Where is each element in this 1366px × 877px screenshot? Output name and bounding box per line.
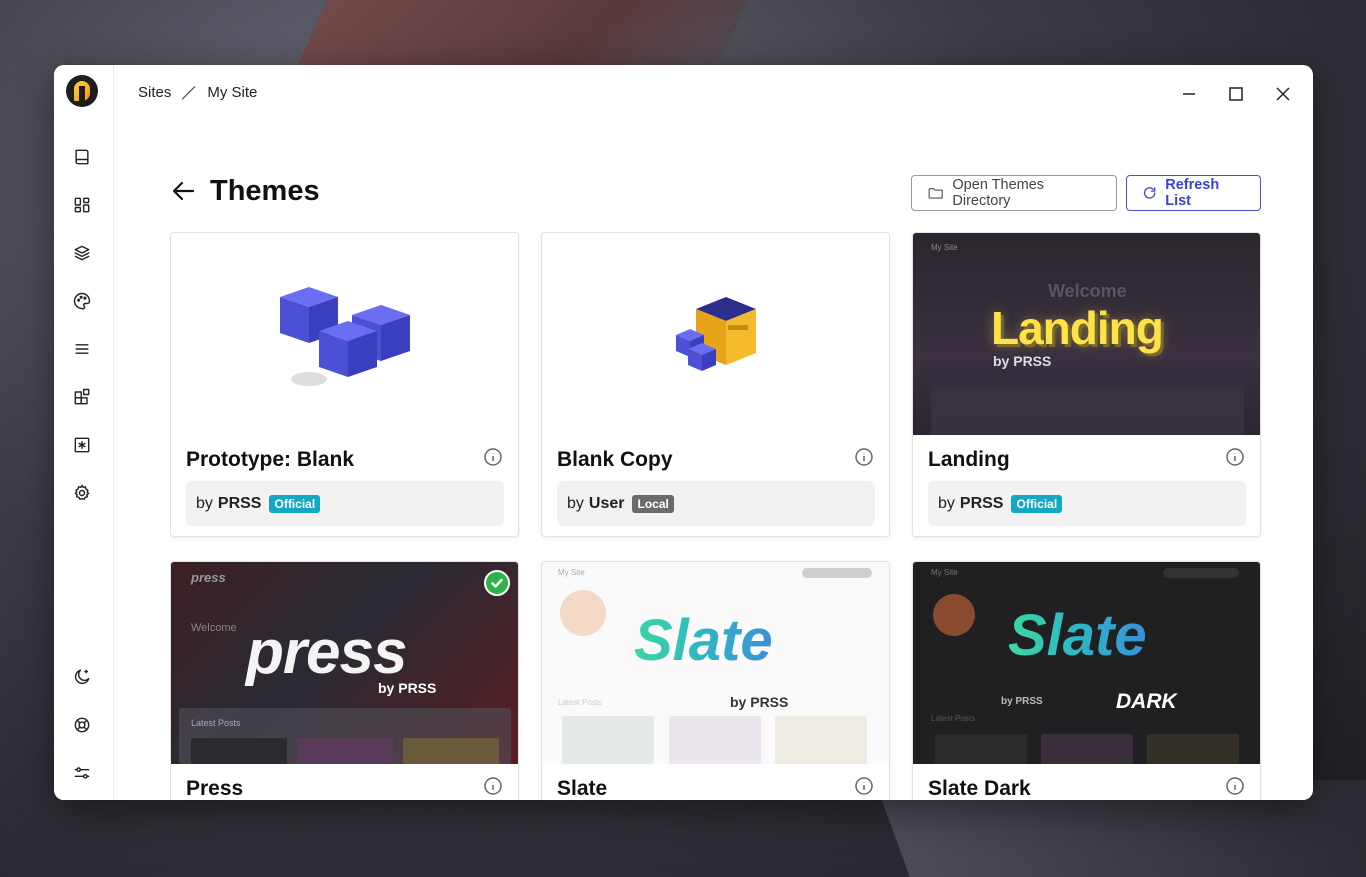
theme-thumbnail: My Site Slate by PRSS Latest Posts [542,562,889,764]
maximize-button[interactable] [1223,81,1249,107]
breadcrumb-separator [181,85,197,101]
theme-title: Blank Copy [557,448,673,471]
theme-thumbnail: My Site Slate by PRSS DARK Latest Posts [913,562,1260,764]
app-logo[interactable] [66,75,98,107]
theme-card[interactable]: My Site Slate by PRSS Latest Posts Slate [541,561,890,800]
open-themes-directory-button[interactable]: Open Themes Directory [911,175,1117,211]
theme-byline: by PRSS Official [928,481,1246,526]
theme-card[interactable]: press Welcome press by PRSS Latest Posts… [170,561,519,800]
theme-thumbnail [542,233,889,435]
theme-card[interactable]: My Site Slate by PRSS DARK Latest Posts … [912,561,1261,800]
palette-icon[interactable] [68,287,96,315]
theme-card[interactable]: Prototype: Blank by PRSS Official [170,232,519,537]
grid-icon[interactable] [68,191,96,219]
status-badge: Official [1011,494,1063,513]
asterisk-icon[interactable] [68,431,96,459]
moon-icon[interactable] [68,663,96,691]
app-window: Sites My Site Themes Open Themes Directo… [54,65,1313,800]
theme-byline: by PRSS Official [186,481,504,526]
theme-title: Landing [928,448,1010,471]
theme-title: Prototype: Blank [186,448,355,471]
blocks-icon[interactable] [68,383,96,411]
info-icon[interactable] [483,447,503,467]
layers-icon[interactable] [68,239,96,267]
theme-author: PRSS [959,494,1004,512]
themes-grid: Prototype: Blank by PRSS Official Blank … [170,232,1262,800]
info-icon[interactable] [854,776,874,796]
status-badge: Local [632,494,674,513]
info-icon[interactable] [854,447,874,467]
info-icon[interactable] [1225,447,1245,467]
active-check-icon [484,570,510,596]
refresh-icon [1143,187,1156,199]
box-illustration [676,297,756,371]
theme-byline: by User Local [557,481,875,526]
page-title: Themes [210,175,320,207]
breadcrumb-current[interactable]: My Site [207,84,257,101]
cubes-illustration [280,287,410,386]
book-icon[interactable] [68,143,96,171]
close-button[interactable] [1270,81,1296,107]
sidebar [54,65,114,800]
lifebuoy-icon[interactable] [68,711,96,739]
folder-icon [928,188,943,199]
theme-author: User [588,494,625,512]
open-dir-label: Open Themes Directory [952,177,1045,209]
menu-icon[interactable] [68,335,96,363]
theme-card[interactable]: Blank Copy by User Local [541,232,890,537]
sliders-icon[interactable] [68,759,96,787]
info-icon[interactable] [483,776,503,796]
theme-title: Slate Dark [928,777,1031,800]
theme-thumbnail [171,233,518,435]
breadcrumb: Sites My Site [138,84,257,101]
status-badge: Official [269,494,321,513]
theme-author: PRSS [217,494,262,512]
minimize-button[interactable] [1176,81,1202,107]
theme-thumbnail: My Site Welcome Landing by PRSS [913,233,1260,435]
refresh-list-button[interactable]: Refresh List [1126,175,1261,211]
theme-title: Press [186,777,244,800]
info-icon[interactable] [1225,776,1245,796]
theme-thumbnail: press Welcome press by PRSS Latest Posts [171,562,518,764]
theme-card[interactable]: My Site Welcome Landing by PRSS Landing … [912,232,1261,537]
theme-title: Slate [557,777,608,800]
back-arrow-icon[interactable] [171,178,197,204]
gear-icon[interactable] [68,479,96,507]
refresh-label: Refresh List [1165,177,1220,209]
breadcrumb-sites[interactable]: Sites [138,84,171,101]
